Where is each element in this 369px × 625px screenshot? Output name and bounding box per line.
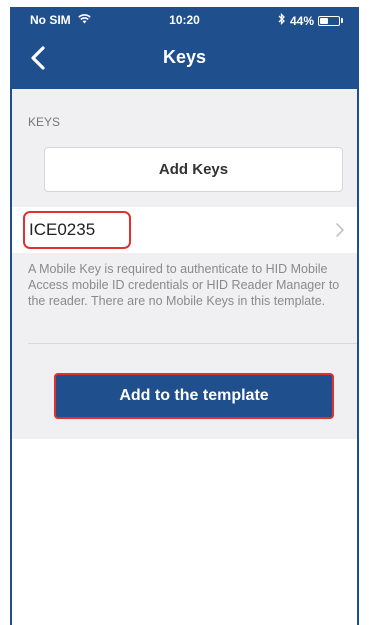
status-bar: No SIM 10:20 44% [12,7,357,31]
add-to-template-button[interactable]: Add to the template [54,373,334,419]
add-keys-button[interactable]: Add Keys [44,147,343,192]
battery-fill [320,17,328,24]
battery-tip [341,18,343,23]
chevron-right-icon [335,222,345,238]
phone-screen: No SIM 10:20 44% Keys KEYS Add Keys ICE0… [10,7,359,625]
status-right: 44% [278,12,343,28]
mobile-key-description: A Mobile Key is required to authenticate… [28,262,340,308]
battery-percent: 44% [289,13,314,28]
key-list-item[interactable]: ICE0235 [12,207,357,253]
keys-content: KEYS Add Keys ICE0235 A Mobile Key is re… [12,89,357,439]
app-header: No SIM 10:20 44% Keys [12,7,357,89]
page-title: Keys [162,47,207,67]
battery-icon [318,15,340,26]
section-header-keys: KEYS [28,115,61,129]
nav-bar: Keys [12,39,357,79]
bluetooth-icon [278,12,286,28]
divider [28,343,357,344]
key-label: ICE0235 [29,220,96,239]
